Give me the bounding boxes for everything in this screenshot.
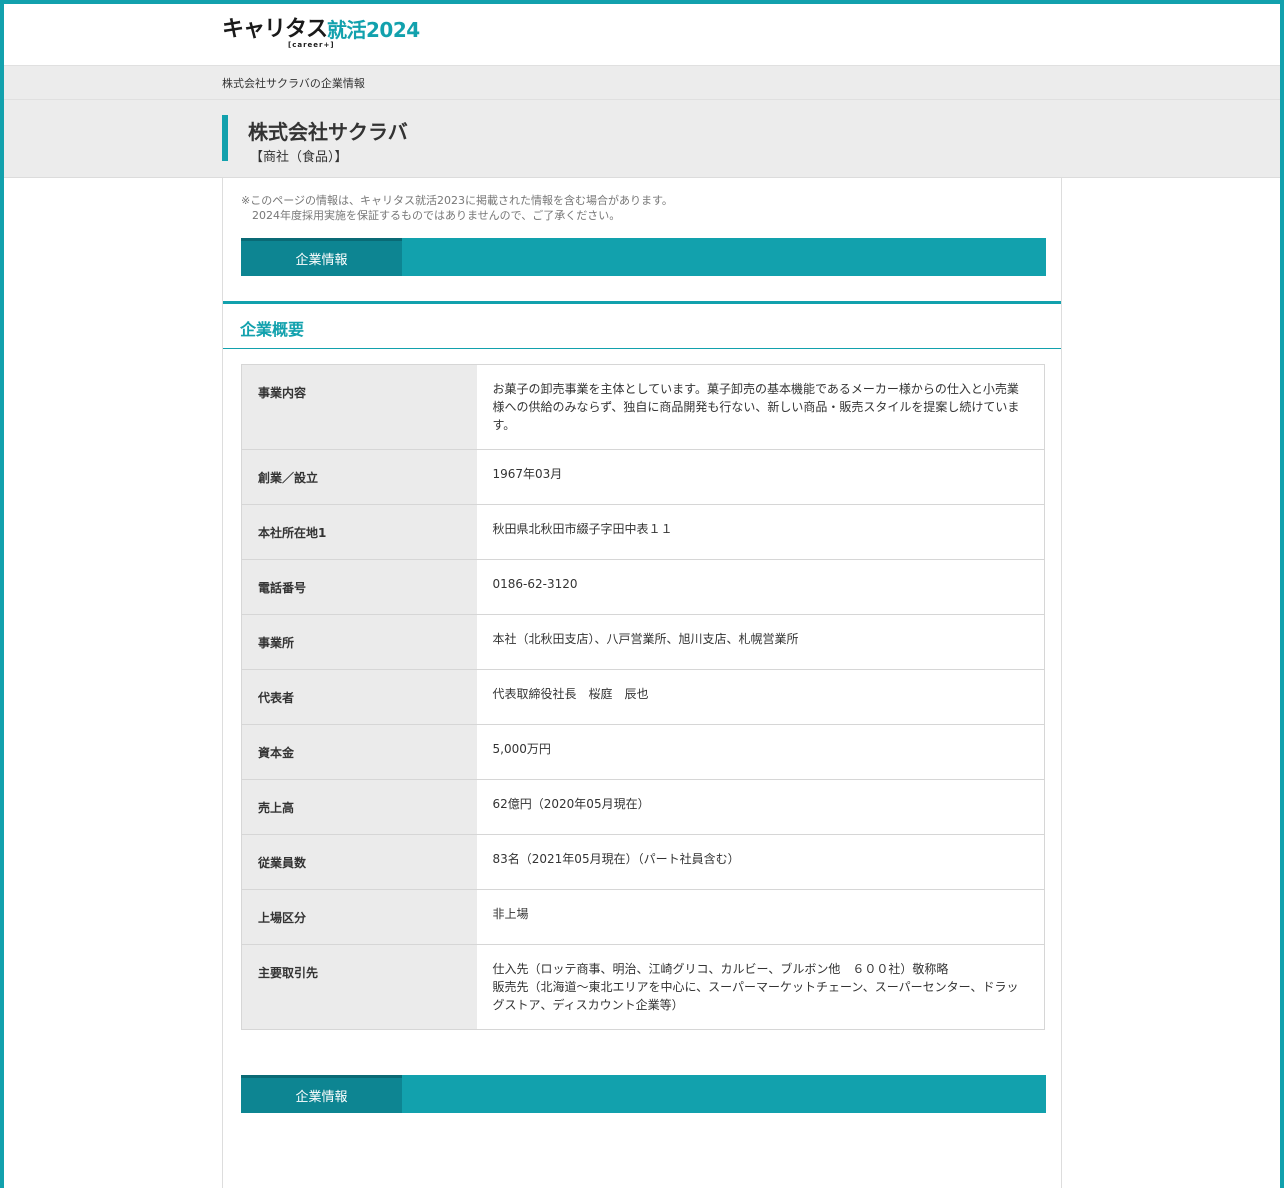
disclaimer-notice: ※このページの情報は、キャリタス就活2023に掲載された情報を含む場合があります… — [241, 193, 673, 223]
logo-main-text: キャリタス — [222, 17, 328, 42]
row-value: 1967年03月 — [476, 449, 1045, 505]
tab-company-info[interactable]: 企業情報 — [241, 238, 402, 276]
main-content: ※このページの情報は、キャリタス就活2023に掲載された情報を含む場合があります… — [222, 178, 1062, 1188]
row-label: 上場区分 — [241, 889, 477, 945]
table-row: 電話番号 0186-62-3120 — [241, 559, 1045, 615]
row-value: 秋田県北秋田市綴子字田中表１１ — [476, 504, 1045, 560]
table-row: 代表者 代表取締役社長 桜庭 辰也 — [241, 669, 1045, 725]
row-label: 電話番号 — [241, 559, 477, 615]
tab-company-info-bottom[interactable]: 企業情報 — [241, 1075, 402, 1113]
table-row: 売上高 62億円（2020年05月現在） — [241, 779, 1045, 835]
section-title: 企業概要 — [240, 320, 305, 339]
table-row: 上場区分 非上場 — [241, 889, 1045, 945]
row-label: 資本金 — [241, 724, 477, 780]
logo-accent-text: 就活2024 — [327, 18, 420, 42]
table-row: 事業所 本社（北秋田支店）、八戸営業所、旭川支店、札幌営業所 — [241, 614, 1045, 670]
row-label: 主要取引先 — [241, 944, 477, 1030]
tab-bar-top: 企業情報 — [241, 238, 1046, 276]
row-value: 5,000万円 — [476, 724, 1045, 780]
table-row: 事業内容 お菓子の卸売事業を主体としています。菓子卸売の基本機能であるメーカー様か… — [241, 364, 1045, 450]
row-value: 62億円（2020年05月現在） — [476, 779, 1045, 835]
row-value: 代表取締役社長 桜庭 辰也 — [476, 669, 1045, 725]
table-row: 資本金 5,000万円 — [241, 724, 1045, 780]
breadcrumb-current: 株式会社サクラバの企業情報 — [222, 77, 365, 90]
tab-bar-bottom: 企業情報 — [241, 1075, 1046, 1113]
row-label: 売上高 — [241, 779, 477, 835]
table-row: 創業／設立 1967年03月 — [241, 449, 1045, 505]
notice-line-1: ※このページの情報は、キャリタス就活2023に掲載された情報を含む場合があります… — [241, 194, 673, 207]
row-value: 仕入先（ロッテ商事、明治、江崎グリコ、カルビー、ブルボン他 ６００社）敬称略 販… — [476, 944, 1045, 1030]
row-label: 事業所 — [241, 614, 477, 670]
notice-line-2: 2024年度採用実施を保証するものではありませんので、ご了承ください。 — [252, 209, 621, 222]
breadcrumb: 株式会社サクラバの企業情報 — [4, 65, 1280, 100]
row-value: 0186-62-3120 — [476, 559, 1045, 615]
table-row: 主要取引先 仕入先（ロッテ商事、明治、江崎グリコ、カルビー、ブルボン他 ６００社）… — [241, 944, 1045, 1030]
logo-sub-text: [career+] — [288, 41, 335, 49]
row-value: 非上場 — [476, 889, 1045, 945]
section-header: 企業概要 — [223, 301, 1061, 349]
company-title-area: 株式会社サクラバ 【商社（食品）】 — [4, 100, 1280, 178]
row-label: 従業員数 — [241, 834, 477, 890]
title-accent-bar — [222, 115, 228, 161]
row-label: 創業／設立 — [241, 449, 477, 505]
row-value: 83名（2021年05月現在）（パート社員含む） — [476, 834, 1045, 890]
table-row: 本社所在地1 秋田県北秋田市綴子字田中表１１ — [241, 504, 1045, 560]
row-value: お菓子の卸売事業を主体としています。菓子卸売の基本機能であるメーカー様からの仕入… — [476, 364, 1045, 450]
company-overview-table: 事業内容 お菓子の卸売事業を主体としています。菓子卸売の基本機能であるメーカー様か… — [241, 364, 1045, 1030]
row-label: 本社所在地1 — [241, 504, 477, 560]
row-label: 代表者 — [241, 669, 477, 725]
company-name: 株式会社サクラバ — [248, 120, 408, 144]
company-industry: 【商社（食品）】 — [250, 150, 348, 165]
row-value: 本社（北秋田支店）、八戸営業所、旭川支店、札幌営業所 — [476, 614, 1045, 670]
site-header: キャリタス 就活2024 [career+] — [4, 4, 1280, 65]
row-label: 事業内容 — [241, 364, 477, 450]
table-row: 従業員数 83名（2021年05月現在）（パート社員含む） — [241, 834, 1045, 890]
site-logo[interactable]: キャリタス 就活2024 [career+] — [222, 17, 420, 51]
